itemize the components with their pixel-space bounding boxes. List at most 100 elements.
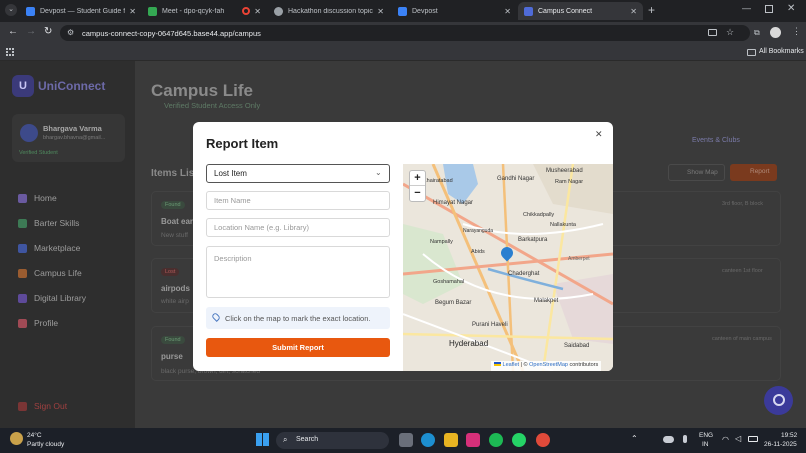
- url-bar[interactable]: ⚙ campus-connect-copy-0647d645.base44.ap…: [60, 25, 750, 41]
- map-label: Khairatabad: [423, 178, 453, 184]
- map-label: Nampally: [430, 239, 453, 245]
- close-icon[interactable]: ✕: [630, 7, 637, 16]
- location-name-input[interactable]: Location Name (e.g. Library): [206, 218, 390, 237]
- language-indicator[interactable]: ENG: [699, 432, 713, 439]
- sidebar-item-library[interactable]: Digital Library: [18, 293, 86, 303]
- home-icon: [18, 193, 27, 203]
- signout-button[interactable]: Sign Out: [18, 401, 67, 411]
- cast-icon[interactable]: [708, 29, 717, 36]
- submit-report-button[interactable]: Submit Report: [206, 338, 390, 357]
- map-label: Goshamahal: [433, 279, 465, 285]
- tab-title: Devpost: [412, 7, 438, 15]
- description-textarea[interactable]: Description: [206, 246, 390, 298]
- spotify-icon[interactable]: [489, 433, 503, 447]
- user-card[interactable]: Bhargava Varma bhargav.bhavna@gmail... V…: [12, 114, 125, 162]
- close-icon[interactable]: ✕: [129, 7, 136, 16]
- close-icon[interactable]: ✕: [595, 129, 603, 140]
- all-bookmarks-label[interactable]: All Bookmarks: [759, 48, 804, 55]
- weather-icon[interactable]: [10, 432, 23, 445]
- sidebar-item-label: Marketplace: [34, 243, 81, 253]
- speaker-icon[interactable]: ◁: [735, 434, 741, 443]
- swap-icon: [18, 218, 27, 228]
- tray-chevron-icon[interactable]: ⌃: [631, 434, 638, 443]
- new-tab-button[interactable]: +: [648, 3, 655, 17]
- item-name-placeholder: Item Name: [214, 196, 251, 205]
- logout-icon: [18, 401, 27, 411]
- show-map-button[interactable]: Show Map: [668, 164, 725, 181]
- taskbar-search-box[interactable]: ⌕ Search: [276, 432, 389, 449]
- maximize-button[interactable]: [765, 5, 773, 13]
- task-view-icon[interactable]: [399, 433, 413, 447]
- whatsapp-icon[interactable]: [512, 433, 526, 447]
- close-icon[interactable]: ✕: [254, 7, 261, 16]
- brand-logo: U: [12, 75, 34, 97]
- tab-search-icon[interactable]: ⌄: [5, 4, 17, 16]
- map-label: Purani Haveli: [472, 322, 508, 328]
- extensions-icon[interactable]: ⧉: [754, 28, 760, 38]
- location-placeholder: Location Name (e.g. Library): [214, 223, 310, 232]
- map-label: Begum Bazar: [435, 300, 472, 306]
- close-icon[interactable]: ✕: [377, 7, 384, 16]
- tab-events-clubs[interactable]: Events & Clubs: [692, 137, 740, 144]
- location-map[interactable]: Musheerabad Gandhi Nagar Ram Nagar Khair…: [403, 164, 613, 371]
- zoom-out-button[interactable]: −: [410, 186, 425, 201]
- tab-meet[interactable]: Meet - dpo-qcyk-fah ✕: [142, 2, 267, 20]
- close-icon[interactable]: ✕: [504, 7, 511, 16]
- osm-link[interactable]: OpenStreetMap: [529, 362, 568, 368]
- minimize-button[interactable]: —: [742, 3, 751, 13]
- clock-date[interactable]: 26-11-2025: [764, 441, 797, 448]
- sidebar-item-profile[interactable]: Profile: [18, 318, 58, 328]
- chat-fab-button[interactable]: [764, 386, 793, 415]
- item-type-value: Lost Item: [214, 169, 247, 178]
- location-pin-icon: [211, 312, 221, 322]
- search-icon: ⌕: [283, 435, 288, 444]
- zoom-in-button[interactable]: +: [410, 171, 425, 186]
- report-button[interactable]: Report: [730, 164, 777, 181]
- page-subtitle: Verified Student Access Only: [164, 101, 261, 110]
- forward-icon[interactable]: →: [26, 26, 36, 37]
- sidebar-item-barter[interactable]: Barter Skills: [18, 218, 79, 228]
- site-info-icon[interactable]: ⚙: [67, 28, 74, 37]
- sidebar-item-marketplace[interactable]: Marketplace: [18, 243, 80, 253]
- profile-avatar[interactable]: [770, 27, 781, 38]
- menu-icon[interactable]: ⋮: [792, 26, 801, 37]
- sidebar-item-label: Home: [34, 193, 57, 203]
- weather-desc: Partly cloudy: [27, 441, 65, 448]
- back-icon[interactable]: ←: [8, 26, 18, 37]
- start-button[interactable]: [256, 433, 269, 446]
- onedrive-icon[interactable]: [663, 436, 674, 443]
- item-title: purse: [161, 352, 183, 361]
- reload-icon[interactable]: ↻: [44, 26, 52, 37]
- edge-icon[interactable]: [421, 433, 435, 447]
- item-desc: white airp: [161, 298, 189, 305]
- globe-favicon-icon: [274, 6, 283, 16]
- tab-hackathon[interactable]: Hackathon discussion topics ✕: [268, 2, 390, 20]
- chrome-icon[interactable]: [536, 433, 550, 447]
- browser-tab-bar: ⌄ Devpost — Student Guide for H ✕ Meet -…: [0, 0, 806, 22]
- campus-favicon-icon: [524, 6, 533, 16]
- file-explorer-icon[interactable]: [444, 433, 458, 447]
- wifi-icon[interactable]: ◠: [722, 435, 729, 444]
- leaflet-link[interactable]: Leaflet: [503, 362, 520, 368]
- battery-icon[interactable]: [748, 436, 758, 442]
- item-name-input[interactable]: Item Name: [206, 191, 390, 210]
- item-type-select[interactable]: Lost Item ⌄: [206, 164, 390, 183]
- clock-time[interactable]: 19:52: [781, 432, 797, 439]
- sidebar-item-home[interactable]: Home: [18, 193, 57, 203]
- tab-devpost[interactable]: Devpost ✕: [392, 2, 517, 20]
- tab-title: Campus Connect: [538, 7, 593, 15]
- sidebar-item-campus-life[interactable]: Campus Life: [18, 268, 82, 278]
- devpost-favicon-icon: [26, 6, 35, 16]
- tab-campus-connect[interactable]: Campus Connect ✕: [518, 2, 643, 20]
- map-hint-box: Click on the map to mark the exact locat…: [206, 307, 390, 329]
- instagram-icon[interactable]: [466, 433, 480, 447]
- star-icon[interactable]: ☆: [726, 27, 734, 38]
- map-hint-text: Click on the map to mark the exact locat…: [225, 314, 371, 323]
- mic-icon[interactable]: [683, 435, 687, 443]
- apps-grid-icon[interactable]: [6, 48, 14, 56]
- tab-devpost-guide[interactable]: Devpost — Student Guide for H ✕: [20, 2, 142, 20]
- map-label: Gandhi Nagar: [497, 176, 535, 182]
- page-title: Campus Life: [151, 81, 254, 100]
- window-close-button[interactable]: ✕: [787, 3, 795, 14]
- item-location: 3rd floor, B block: [722, 201, 763, 207]
